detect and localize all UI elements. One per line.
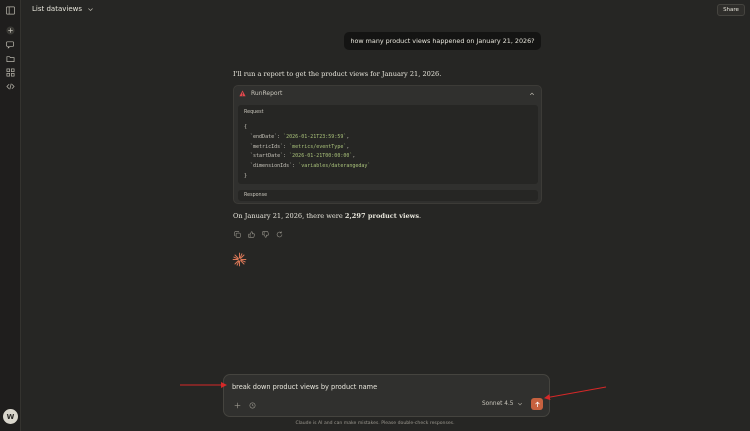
model-name: Sonnet 4.5	[482, 401, 514, 407]
code-key: `dimensionIds`:	[244, 163, 299, 170]
code-value: `2026-01-21T23:59:59`	[283, 133, 347, 140]
code-comma: ,	[346, 133, 350, 140]
message-composer: break down product views by product name…	[223, 374, 550, 417]
retry-icon[interactable]	[275, 230, 283, 238]
request-panel: Request { `endDate`: `2026-01-21T23:59:5…	[238, 105, 538, 184]
code-comma: ,	[352, 153, 356, 160]
code-comma: ,	[346, 143, 350, 150]
code-close-brace: }	[244, 172, 248, 179]
tool-call-card: RunReport Request { `endDate`: `2026-01-…	[233, 85, 542, 204]
answer-highlight: 2,297 product views	[344, 212, 420, 220]
clock-icon[interactable]	[248, 401, 257, 410]
code-key: `startDate`:	[244, 153, 290, 160]
chevron-down-icon	[518, 402, 523, 406]
disclaimer: Claude is AI and can make mistakes. Plea…	[295, 421, 455, 426]
grid-icon[interactable]	[4, 66, 17, 79]
share-button[interactable]: Share	[717, 4, 745, 16]
thumbs-up-icon[interactable]	[247, 230, 255, 238]
model-selector[interactable]: Sonnet 4.5	[482, 401, 523, 407]
code-value: `2026-01-21T00:00:00`	[289, 153, 353, 160]
tool-call-header[interactable]: RunReport	[239, 90, 282, 97]
sidebar-toggle-icon[interactable]	[4, 4, 17, 17]
message-actions	[233, 230, 283, 238]
arrow-up-icon	[534, 401, 540, 407]
assistant-intro-text: I'll run a report to get the product vie…	[233, 70, 442, 78]
chevron-up-icon[interactable]	[529, 91, 535, 97]
assistant-answer: On January 21, 2026, there were 2,297 pr…	[233, 212, 421, 220]
send-button[interactable]	[531, 398, 543, 410]
copy-icon[interactable]	[233, 230, 241, 238]
conversation-title[interactable]: List dataviews	[32, 5, 94, 13]
user-message: how many product views happened on Janua…	[344, 32, 541, 50]
warning-icon	[239, 90, 246, 97]
claude-spark-icon	[232, 252, 247, 267]
chat-bubbles-icon[interactable]	[4, 38, 17, 51]
conversation-title-label: List dataviews	[32, 5, 82, 13]
plus-icon[interactable]	[233, 401, 242, 410]
thumbs-down-icon[interactable]	[261, 230, 269, 238]
answer-period: .	[419, 212, 422, 220]
code-value: `metrics/eventType`	[289, 143, 347, 150]
folder-icon[interactable]	[4, 52, 17, 65]
chevron-down-icon	[88, 7, 93, 11]
tool-name: RunReport	[251, 90, 283, 97]
arrow-to-send	[544, 386, 607, 401]
response-panel[interactable]: Response	[238, 190, 538, 201]
code-value: `variables/daterangeday`	[298, 163, 371, 170]
message-input[interactable]: break down product views by product name	[232, 383, 377, 391]
new-chat-button[interactable]	[4, 24, 17, 37]
code-key: `metricIds`:	[244, 143, 290, 150]
code-key: `endDate`:	[244, 133, 284, 140]
code-icon[interactable]	[4, 80, 17, 93]
response-label: Response	[244, 193, 268, 198]
sidebar: W	[0, 0, 21, 431]
request-code: { `endDate`: `2026-01-21T23:59:59`, `met…	[244, 123, 370, 182]
code-open-brace: {	[244, 124, 248, 130]
answer-text: On January 21, 2026, there were	[233, 212, 345, 220]
request-label: Request	[244, 110, 264, 115]
